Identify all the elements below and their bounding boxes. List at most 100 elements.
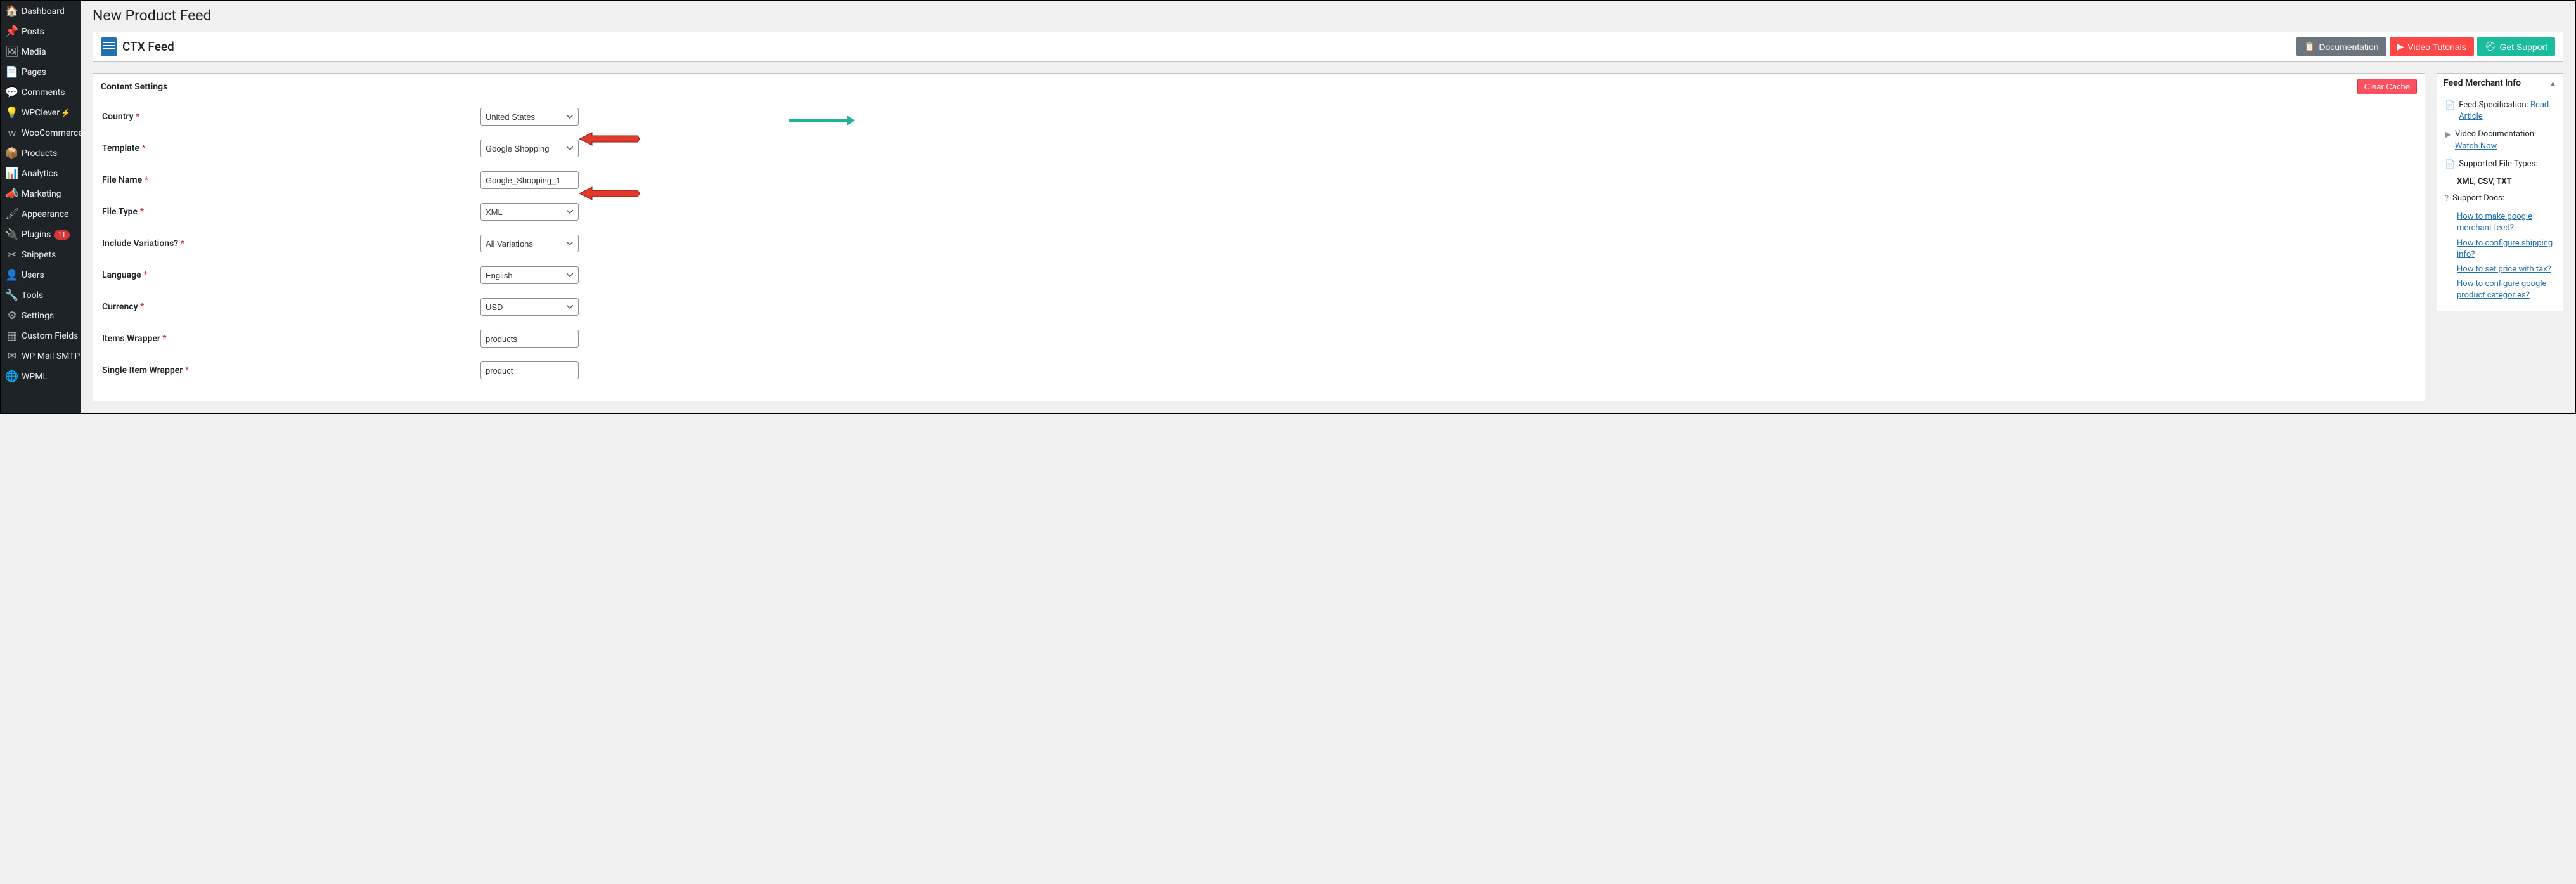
clear-cache-button[interactable]: Clear Cache: [2357, 79, 2417, 94]
file-name-label: File Name *: [102, 175, 480, 185]
media-icon: 🖼: [6, 46, 18, 58]
template-label: Template *: [102, 143, 480, 153]
btn-label: Get Support: [2500, 42, 2548, 52]
sidebar-item-appearance[interactable]: 🖌Appearance: [1, 204, 81, 224]
video-doc-label: Video Documentation:: [2455, 129, 2536, 139]
feed-merchant-info-panel: Feed Merchant Info ▲ 📄Feed Specification…: [2437, 73, 2563, 311]
sidebar-item-tools[interactable]: 🔧 Tools: [1, 285, 81, 306]
sidebar-label: Pages: [22, 67, 46, 77]
sidebar-label: Analytics: [22, 169, 58, 179]
sidebar-item-posts[interactable]: 📌 Posts: [1, 22, 81, 42]
side-panel-title: Feed Merchant Info: [2444, 78, 2521, 88]
currency-select[interactable]: USD: [480, 298, 579, 316]
file-types-value: XML, CSV, TXT: [2445, 177, 2555, 186]
include-variations-label: Include Variations? *: [102, 238, 480, 249]
sidebar-item-pages[interactable]: 📄 Pages: [1, 62, 81, 82]
sidebar-item-custom-fields[interactable]: ▦ Custom Fields: [1, 326, 81, 346]
plug-icon: 🔌: [6, 229, 18, 240]
sidebar-label: Dashboard: [22, 6, 65, 16]
sidebar-item-products[interactable]: 📦 Products: [1, 143, 81, 164]
sidebar-item-wpml[interactable]: 🌐 WPML: [1, 367, 81, 387]
sidebar-item-wp-mail-smtp[interactable]: ✉ WP Mail SMTP: [1, 346, 81, 367]
sidebar-label: Users: [22, 270, 44, 280]
single-item-wrapper-label: Single Item Wrapper *: [102, 365, 480, 375]
page-icon: 📄: [6, 67, 18, 78]
support-link[interactable]: How to set price with tax?: [2457, 264, 2555, 275]
sidebar-item-dashboard[interactable]: 🏠 Dashboard: [1, 1, 81, 22]
sidebar-label: WPML: [22, 372, 48, 382]
bolt-icon: ⚡: [61, 108, 70, 117]
language-label: Language *: [102, 270, 480, 280]
country-label: Country *: [102, 112, 480, 122]
sidebar-item-analytics[interactable]: 📊 Analytics: [1, 164, 81, 184]
bulb-icon: 💡: [6, 107, 18, 119]
sidebar-item-users[interactable]: 👤 Users: [1, 265, 81, 285]
template-select[interactable]: Google Shopping: [480, 140, 579, 157]
woo-icon: w: [6, 127, 18, 139]
collapse-icon[interactable]: ▲: [2549, 79, 2556, 88]
mail-icon: ✉: [6, 351, 18, 362]
wrench-icon: 🔧: [6, 290, 18, 301]
dashboard-icon: 🏠: [6, 6, 18, 17]
page-title: New Product Feed: [93, 1, 2563, 32]
feed-spec-label: Feed Specification:: [2459, 100, 2528, 110]
sliders-icon: ⚙: [6, 310, 18, 322]
analytics-icon: 📊: [6, 168, 18, 179]
app-name: CTX Feed: [122, 39, 174, 54]
sidebar-label: Custom Fields: [22, 331, 78, 341]
btn-label: Documentation: [2319, 42, 2378, 52]
sidebar-label: Media: [22, 47, 46, 57]
support-link[interactable]: How to configure shipping info?: [2457, 238, 2555, 261]
sidebar-item-marketing[interactable]: 📣Marketing: [1, 184, 81, 204]
play-icon: ▶: [2397, 41, 2404, 52]
products-icon: 📦: [6, 148, 18, 159]
sidebar-label: Appearance: [22, 209, 68, 219]
sidebar-label: Products: [22, 148, 57, 159]
main-content: New Product Feed CTX Feed 📋 Documentation…: [81, 1, 2575, 413]
sidebar-item-snippets[interactable]: ✂Snippets: [1, 245, 81, 265]
sidebar-item-media[interactable]: 🖼 Media: [1, 42, 81, 62]
file-name-input[interactable]: [480, 171, 579, 189]
sidebar-label: Comments: [22, 88, 65, 98]
file-types-label: Supported File Types:: [2459, 159, 2537, 170]
include-variations-select[interactable]: All Variations: [480, 235, 579, 252]
sidebar-item-plugins[interactable]: 🔌Plugins11: [1, 224, 81, 245]
video-tutorials-button[interactable]: ▶Video Tutorials: [2390, 37, 2474, 56]
sidebar-label: Posts: [22, 27, 44, 37]
sidebar-label: WP Mail SMTP: [22, 351, 80, 361]
video-doc-link[interactable]: Watch Now: [2455, 141, 2497, 151]
sidebar-label: Plugins: [22, 230, 51, 240]
support-docs-label: Support Docs:: [2452, 193, 2504, 204]
currency-label: Currency *: [102, 302, 480, 312]
globe-icon: 🌐: [6, 371, 18, 382]
ctx-feed-logo-icon: [101, 37, 117, 56]
help-icon: ?: [2445, 193, 2449, 205]
sidebar-item-wpclever[interactable]: 💡WPClever⚡: [1, 103, 81, 123]
sidebar-label: WooCommerce: [22, 128, 83, 138]
sidebar-item-settings[interactable]: ⚙Settings: [1, 306, 81, 326]
sidebar-item-comments[interactable]: 💬Comments: [1, 82, 81, 103]
app-top-bar: CTX Feed 📋 Documentation ▶Video Tutorials…: [93, 32, 2563, 62]
sidebar-label: Snippets: [22, 250, 56, 260]
documentation-button[interactable]: 📋 Documentation: [2296, 37, 2386, 56]
file-type-select[interactable]: XML: [480, 203, 579, 221]
doc-icon: 📋: [2304, 41, 2315, 52]
get-support-button[interactable]: ⛑ Get Support: [2477, 37, 2555, 56]
country-select[interactable]: United States: [480, 108, 579, 126]
support-link[interactable]: How to make google merchant feed?: [2457, 211, 2555, 234]
items-wrapper-input[interactable]: [480, 330, 579, 348]
grid-icon: ▦: [6, 330, 18, 342]
pin-icon: 📌: [6, 26, 18, 37]
single-item-wrapper-input[interactable]: [480, 361, 579, 379]
support-link[interactable]: How to configure google product categori…: [2457, 278, 2555, 301]
sidebar-item-woocommerce[interactable]: w WooCommerce: [1, 123, 81, 143]
sidebar-label: Tools: [22, 290, 43, 301]
user-icon: 👤: [6, 270, 18, 281]
file-type-label: File Type *: [102, 207, 480, 217]
life-ring-icon: ⛑: [2485, 41, 2496, 52]
admin-sidebar: 🏠 Dashboard 📌 Posts 🖼 Media 📄 Pages 💬Comment…: [1, 1, 81, 413]
items-wrapper-label: Items Wrapper *: [102, 334, 480, 344]
sidebar-label: Marketing: [22, 189, 61, 199]
content-settings-panel: Content Settings Clear Cache Country * U…: [93, 73, 2425, 401]
language-select[interactable]: English: [480, 266, 579, 284]
